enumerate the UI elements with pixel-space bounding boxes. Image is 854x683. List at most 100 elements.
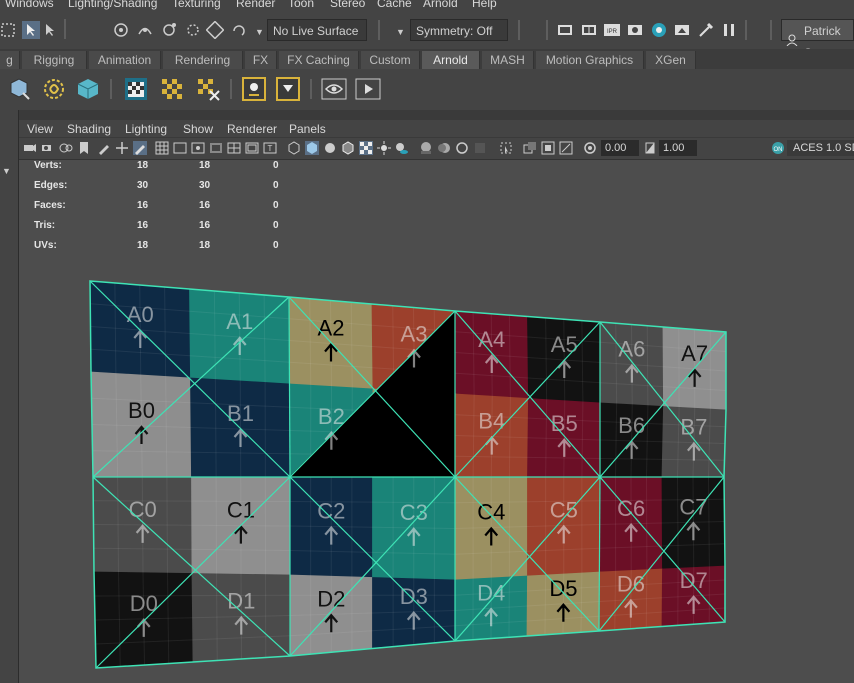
menu-texturing[interactable]: Texturing — [172, 0, 221, 10]
shelf-tab-rigging[interactable]: Rigging — [22, 51, 87, 69]
shelf-tool-a-icon[interactable] — [240, 75, 268, 103]
checker-window-icon[interactable] — [122, 75, 150, 103]
shelf-tab-partial[interactable]: g — [0, 51, 20, 69]
arnold-render-view-icon[interactable] — [5, 75, 33, 103]
grid-icon[interactable] — [155, 141, 169, 155]
hud-label: UVs: — [34, 240, 57, 251]
xray-components-icon[interactable] — [559, 141, 573, 155]
panel-menu-panels[interactable]: Panels — [289, 122, 326, 136]
image-plane-icon[interactable] — [77, 141, 91, 155]
bookmark-icon[interactable] — [59, 141, 73, 155]
shelf-tab-custom[interactable]: Custom — [361, 51, 420, 69]
menu-help[interactable]: Help — [472, 0, 497, 10]
lasso-select-icon[interactable] — [22, 21, 40, 39]
snap-curve-icon[interactable] — [136, 21, 154, 39]
shelf-tab-rendering[interactable]: Rendering — [163, 51, 243, 69]
hud-label: Tris: — [34, 220, 56, 231]
shelf-tab-mash[interactable]: MASH — [482, 51, 534, 69]
xray-joints-icon[interactable] — [541, 141, 555, 155]
exposure-field[interactable]: 0.00 — [601, 140, 639, 156]
panel-menu-view[interactable]: View — [27, 122, 53, 136]
select-tool-icon[interactable] — [0, 21, 18, 39]
color-management-toggle-icon[interactable]: ON — [771, 141, 785, 155]
panel-menu-lighting[interactable]: Lighting — [125, 122, 167, 136]
snap-grid-icon[interactable] — [112, 21, 130, 39]
preview-eye-icon[interactable] — [320, 75, 348, 103]
shelf-tab-animation[interactable]: Animation — [89, 51, 161, 69]
shelf-tab-arnold[interactable]: Arnold — [422, 51, 480, 69]
safe-action-icon[interactable] — [245, 141, 259, 155]
play-preview-icon[interactable] — [354, 75, 382, 103]
render-view-icon[interactable] — [673, 21, 691, 39]
arnold-light-icon[interactable] — [40, 75, 68, 103]
menu-lighting-shading[interactable]: Lighting/Shading — [68, 0, 157, 10]
pencil-draw-icon[interactable] — [133, 141, 147, 155]
menu-stereo[interactable]: Stereo — [330, 0, 365, 10]
tool-settings-icon[interactable] — [697, 21, 715, 39]
hud-value: 0 — [273, 160, 279, 171]
gate-mask-icon[interactable] — [209, 141, 223, 155]
film-gate-icon[interactable] — [173, 141, 187, 155]
shelf-tab-motion-graphics[interactable]: Motion Graphics — [536, 51, 644, 69]
textured-icon[interactable] — [359, 141, 373, 155]
shelf-tab-xgen[interactable]: XGen — [646, 51, 696, 69]
chevron-down-icon[interactable]: ▼ — [255, 27, 264, 37]
arnold-standin-icon[interactable] — [74, 75, 102, 103]
grease-pencil-icon[interactable] — [97, 141, 111, 155]
ipr-render-icon[interactable]: IPR — [603, 21, 621, 39]
use-all-lights-icon[interactable] — [377, 141, 391, 155]
depth-of-field-icon[interactable] — [473, 141, 487, 155]
panel-menu-shading[interactable]: Shading — [67, 122, 111, 136]
chevron-down-icon[interactable]: ▼ — [2, 166, 11, 176]
menu-render[interactable]: Render — [236, 0, 275, 10]
render-sequence-icon[interactable] — [580, 21, 598, 39]
live-surface-field[interactable]: No Live Surface — [267, 19, 367, 41]
snap-view-plane-icon[interactable] — [206, 21, 224, 39]
move-camera-icon[interactable] — [115, 141, 129, 155]
snap-live-icon[interactable] — [230, 21, 248, 39]
resolution-gate-icon[interactable] — [191, 141, 205, 155]
gamma-field[interactable]: 1.00 — [659, 140, 697, 156]
symmetry-field[interactable]: Symmetry: Off — [410, 19, 508, 41]
wireframe-on-shaded-icon[interactable] — [341, 141, 355, 155]
checker-remove-icon[interactable] — [194, 75, 222, 103]
cell-label: D1 — [227, 589, 255, 614]
menu-arnold[interactable]: Arnold — [423, 0, 458, 10]
pause-icon[interactable] — [720, 21, 738, 39]
uv-plane-mesh[interactable]: A0 A1 A2 A3 A4 A5 A6 A7B0 B1 B2 B3 B4 B5 B6 B7C0 C1 C2 C3… — [19, 160, 854, 683]
viewport-3d[interactable]: A0 A1 A2 A3 A4 A5 A6 A7 B0 B1 B2 B3 B4 B5 B6 B7 C0 C1 C2 C3… — [19, 160, 854, 683]
shelf-tab-fx[interactable]: FX — [245, 51, 277, 69]
xray-icon[interactable] — [523, 141, 537, 155]
shadows-icon[interactable] — [395, 141, 409, 155]
safe-title-icon[interactable]: T — [263, 141, 277, 155]
checker-pattern-icon[interactable] — [158, 75, 186, 103]
chevron-down-icon[interactable]: ▼ — [396, 27, 405, 37]
menu-cache[interactable]: Cache — [377, 0, 412, 10]
hypershade-icon[interactable] — [650, 21, 668, 39]
anti-aliasing-icon[interactable] — [455, 141, 469, 155]
shelf-tool-b-icon[interactable] — [274, 75, 302, 103]
wireframe-icon[interactable] — [287, 141, 301, 155]
field-chart-icon[interactable] — [227, 141, 241, 155]
menu-windows[interactable]: Windows — [5, 0, 54, 10]
snap-projected-icon[interactable] — [184, 21, 202, 39]
panel-menu-renderer[interactable]: Renderer — [227, 122, 277, 136]
render-settings-icon[interactable] — [626, 21, 644, 39]
color-space-field[interactable]: ACES 1.0 SD — [787, 140, 854, 156]
shelf-tab-fx-caching[interactable]: FX Caching — [279, 51, 359, 69]
panel-menu-show[interactable]: Show — [183, 122, 213, 136]
default-material-icon[interactable] — [323, 141, 337, 155]
gamma-icon[interactable] — [643, 141, 657, 155]
render-frame-icon[interactable] — [556, 21, 574, 39]
paint-select-icon[interactable] — [42, 21, 60, 39]
camera-attributes-icon[interactable] — [41, 141, 55, 155]
camera-select-icon[interactable] — [23, 141, 37, 155]
svg-text:IPR: IPR — [607, 29, 618, 35]
snap-point-icon[interactable] — [160, 21, 178, 39]
smooth-shade-icon[interactable] — [305, 141, 319, 155]
screen-space-ao-icon[interactable] — [419, 141, 433, 155]
menu-toon[interactable]: Toon — [288, 0, 314, 10]
exposure-icon[interactable] — [583, 141, 597, 155]
isolate-select-icon[interactable] — [499, 141, 513, 155]
motion-blur-icon[interactable] — [437, 141, 451, 155]
